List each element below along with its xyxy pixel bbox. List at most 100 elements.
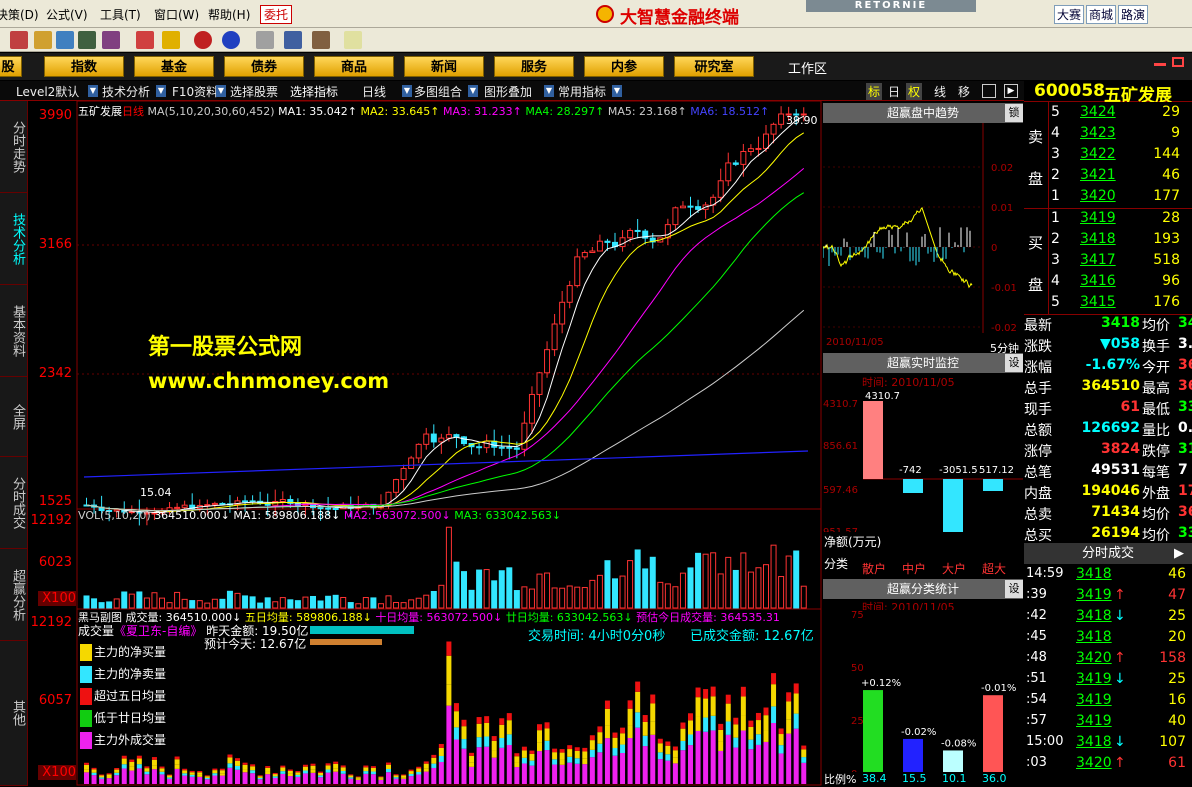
sidetab-ticks[interactable]: 分时成交 xyxy=(0,457,28,549)
roadshow-button[interactable]: 路演 xyxy=(1118,5,1148,24)
nav-index[interactable]: 指数 xyxy=(44,56,124,77)
print-icon[interactable] xyxy=(256,31,274,49)
weituo-button[interactable]: 委托 xyxy=(260,5,292,24)
grid-icon[interactable] xyxy=(10,31,28,49)
menu-help[interactable]: 帮助(H) xyxy=(208,6,250,23)
sell-row[interactable]: 2 3421 46 xyxy=(1024,167,1192,188)
sub-bar xyxy=(333,772,338,784)
help-icon[interactable] xyxy=(136,31,154,49)
sub-bar xyxy=(197,772,202,775)
tab-daily[interactable]: 日线 xyxy=(362,83,386,100)
sidetab-tech[interactable]: 技术分析 xyxy=(0,193,28,285)
dropdown-arrow-icon[interactable]: ▼ xyxy=(216,85,226,97)
workarea-label[interactable]: 工作区 xyxy=(788,58,827,77)
minimize-icon[interactable] xyxy=(1154,63,1166,66)
nav-research[interactable]: 研究室 xyxy=(674,56,754,77)
panel-monitor-header: 超赢实时监控 设 xyxy=(823,353,1023,373)
dropdown-arrow-icon[interactable]: ▼ xyxy=(612,85,622,97)
tool-weight[interactable]: 权 xyxy=(906,83,922,100)
tick-price: 3420 xyxy=(1076,755,1112,771)
tab-overlay[interactable]: 图形叠加 xyxy=(484,83,532,100)
mall-button[interactable]: 商城 xyxy=(1086,5,1116,24)
buy-row[interactable]: 3 3417 518 xyxy=(1024,252,1192,273)
sub-bar xyxy=(99,775,104,777)
tick-arrow: ↑ xyxy=(1114,755,1126,771)
diamond-icon[interactable] xyxy=(162,31,180,49)
buy-row[interactable]: 2 3418 193 xyxy=(1024,231,1192,252)
restore-icon[interactable] xyxy=(1172,57,1184,67)
binoculars-icon[interactable] xyxy=(78,31,96,49)
stat-label-2: 外盘 xyxy=(1142,483,1170,503)
books-icon[interactable] xyxy=(312,31,330,49)
main-pane-border xyxy=(77,101,821,509)
buy-row[interactable]: 4 3416 96 xyxy=(1024,273,1192,294)
chart-area[interactable]: 五矿发展日线 MA(5,10,20,30,60,452) MA1: 35.042… xyxy=(28,101,822,786)
blue-circle-icon[interactable] xyxy=(222,31,240,49)
sub-bar xyxy=(514,756,519,762)
menu-tools[interactable]: 工具(T) xyxy=(100,6,141,23)
sub-bar xyxy=(560,765,565,784)
nav-insider[interactable]: 内参 xyxy=(584,56,664,77)
tab-common-indicators[interactable]: 常用指标 xyxy=(558,83,606,100)
nav-service[interactable]: 服务 xyxy=(494,56,574,77)
play-icon[interactable]: ▶ xyxy=(1004,84,1018,98)
sell-row[interactable]: 5 3424 29 xyxy=(1024,104,1192,125)
sub-bar xyxy=(401,777,406,778)
candle-body xyxy=(748,149,753,152)
tab-select-indicator[interactable]: 选择指标 xyxy=(290,83,338,100)
tool-mark[interactable]: 标 xyxy=(866,83,882,100)
menu-formula[interactable]: 公式(V) xyxy=(46,6,88,23)
contest-button[interactable]: 大赛 xyxy=(1054,5,1084,24)
nav-bond[interactable]: 债券 xyxy=(224,56,304,77)
sell-row[interactable]: 3 3422 144 xyxy=(1024,146,1192,167)
alert-icon[interactable] xyxy=(102,31,120,49)
sidetab-timeshare[interactable]: 分时走势 xyxy=(0,101,28,193)
dropdown-arrow-icon[interactable]: ▼ xyxy=(544,85,554,97)
play-icon[interactable]: ▶ xyxy=(1174,543,1184,564)
cat-xlarge: 超大 xyxy=(982,560,1006,577)
sell-row[interactable]: 1 3420 177 xyxy=(1024,188,1192,209)
layout-icon[interactable] xyxy=(982,84,996,98)
tab-select-stock[interactable]: 选择股票 xyxy=(230,83,278,100)
settings-button-2[interactable]: 设 xyxy=(1005,580,1023,598)
sell-row[interactable]: 4 3423 9 xyxy=(1024,125,1192,146)
circle-icon[interactable] xyxy=(194,31,212,49)
dropdown-arrow-icon[interactable]: ▼ xyxy=(402,85,412,97)
flag-icon[interactable] xyxy=(34,31,52,49)
tab-f10[interactable]: F10资料 xyxy=(172,83,218,100)
lock-button[interactable]: 锁 xyxy=(1005,104,1023,122)
volume-bar xyxy=(394,602,399,608)
nav-commodity[interactable]: 商品 xyxy=(314,56,394,77)
sub-bar xyxy=(507,720,512,734)
nav-stock[interactable]: 股 xyxy=(0,56,22,77)
people-icon[interactable] xyxy=(56,31,74,49)
tab-tech-analysis[interactable]: 技术分析 xyxy=(102,83,150,100)
tool-day[interactable]: 日 xyxy=(886,83,902,100)
menu-window[interactable]: 窗口(W) xyxy=(154,6,199,23)
tool-move[interactable]: 移 xyxy=(956,83,972,100)
sub-bar xyxy=(605,701,610,709)
sidetab-other[interactable]: 其他 xyxy=(0,641,28,786)
sidetab-fullscreen[interactable]: 全屏 xyxy=(0,377,28,457)
sidetab-basic[interactable]: 基本资料 xyxy=(0,285,28,377)
sidetab-chaoying[interactable]: 超赢分析 xyxy=(0,549,28,641)
nav-fund[interactable]: 基金 xyxy=(134,56,214,77)
dropdown-arrow-icon[interactable]: ▼ xyxy=(156,85,166,97)
sub-bar xyxy=(462,739,467,749)
tool-line[interactable]: 线 xyxy=(932,83,948,100)
sub-bar xyxy=(122,759,127,765)
dropdown-arrow-icon[interactable]: ▼ xyxy=(88,85,98,97)
settings-button[interactable]: 设 xyxy=(1005,354,1023,372)
buy-row[interactable]: 5 3415 176 xyxy=(1024,294,1192,315)
menu-decision[interactable]: 决策(D) xyxy=(0,6,39,23)
tab-level2[interactable]: Level2默认 xyxy=(16,83,79,100)
buy-row[interactable]: 1 3419 28 xyxy=(1024,210,1192,231)
sub-bar xyxy=(575,751,580,758)
sub-bar xyxy=(197,771,202,772)
pointer-help-icon[interactable] xyxy=(344,31,362,49)
nav-news[interactable]: 新闻 xyxy=(404,56,484,77)
tab-multi-chart[interactable]: 多图组合 xyxy=(414,83,462,100)
dropdown-arrow-icon[interactable]: ▼ xyxy=(468,85,478,97)
window-icon[interactable] xyxy=(284,31,302,49)
candle-body xyxy=(431,434,436,442)
